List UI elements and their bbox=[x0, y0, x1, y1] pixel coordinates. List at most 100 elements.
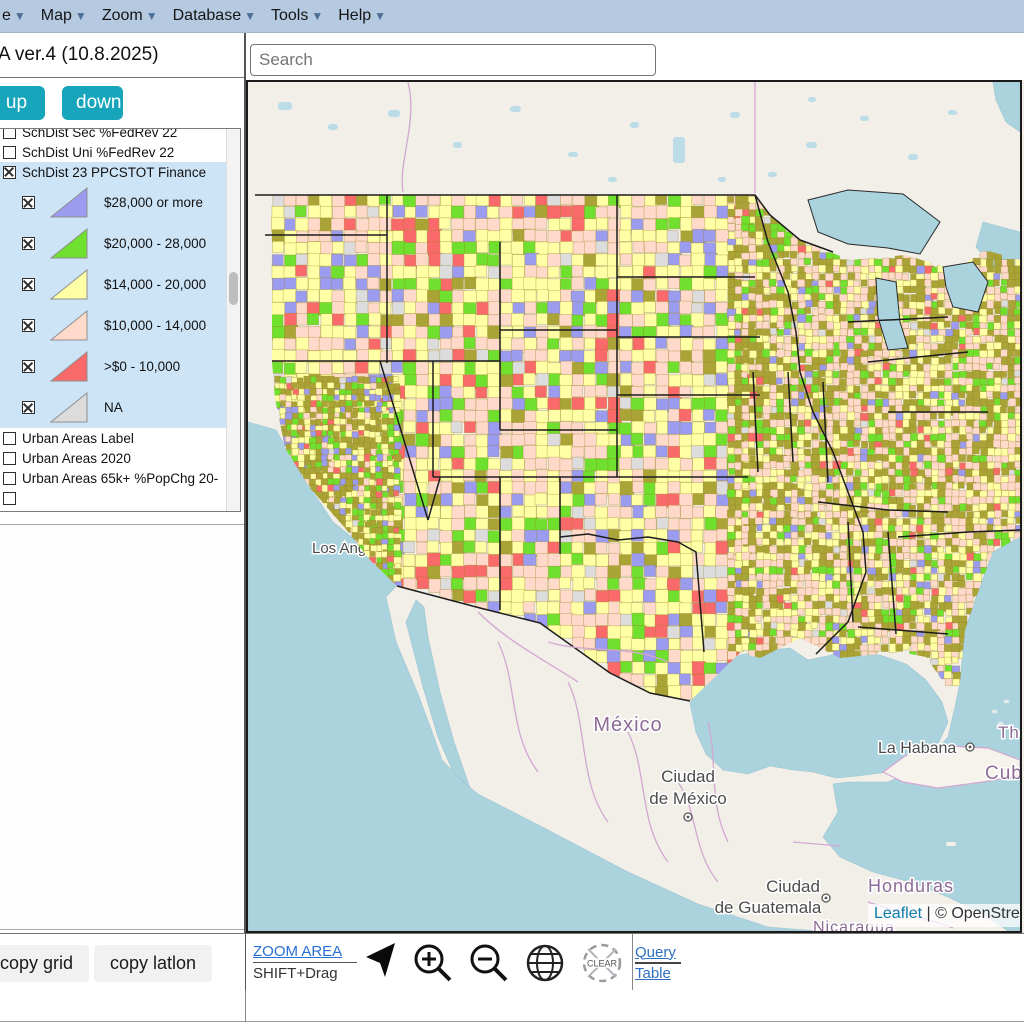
clear-selection-icon[interactable]: CLEAR bbox=[579, 940, 625, 986]
osm-attribution: | © OpenStre bbox=[922, 905, 1020, 922]
toolbar-cell: ZOOM AREA SHIFT+Drag bbox=[246, 934, 633, 991]
globe-zoom-extent-icon[interactable] bbox=[523, 941, 567, 985]
chevron-down-icon: ▼ bbox=[244, 10, 256, 22]
layer-checkbox[interactable] bbox=[3, 128, 16, 139]
map-image[interactable]: Los AngelesMéxicoCiudadde MéxicoLa Haban… bbox=[248, 82, 1020, 931]
layer-label: $28,000 or more bbox=[104, 195, 203, 210]
layer-checkbox[interactable] bbox=[3, 472, 16, 485]
layer-row[interactable]: Urban Areas Label bbox=[0, 428, 227, 448]
layer-label: Urban Areas 65k+ %PopChg 20- bbox=[22, 471, 218, 486]
chevron-down-icon: ▼ bbox=[374, 10, 386, 22]
menu-item-e[interactable]: e▼ bbox=[2, 7, 26, 25]
legend-swatch-triangle bbox=[50, 351, 88, 382]
legend-swatch-triangle bbox=[50, 392, 88, 423]
layer-checkbox[interactable] bbox=[3, 166, 16, 179]
legend-class-row[interactable]: $14,000 - 20,000 bbox=[0, 264, 227, 305]
query-table-divider bbox=[635, 962, 681, 964]
menu-bar: e▼Map▼Zoom▼Database▼Tools▼Help▼ bbox=[0, 0, 1024, 33]
menu-label: Zoom bbox=[102, 7, 143, 25]
layer-checkbox[interactable] bbox=[22, 196, 35, 209]
menu-item-map[interactable]: Map▼ bbox=[41, 7, 87, 25]
menu-item-zoom[interactable]: Zoom▼ bbox=[102, 7, 158, 25]
map-label: Honduras bbox=[868, 876, 954, 896]
layer-label: NA bbox=[104, 400, 123, 415]
legend-swatch-triangle bbox=[50, 228, 88, 259]
layer-checkbox[interactable] bbox=[22, 360, 35, 373]
search-input[interactable] bbox=[250, 44, 656, 76]
shift-drag-label: SHIFT+Drag bbox=[253, 965, 338, 982]
copy-latlon-button[interactable]: copy latlon bbox=[94, 945, 212, 982]
legend-swatch-triangle bbox=[50, 310, 88, 341]
layer-label: $10,000 - 14,000 bbox=[104, 318, 206, 333]
map-label: Cuba bbox=[985, 763, 1020, 784]
chevron-down-icon: ▼ bbox=[146, 10, 158, 22]
query-link[interactable]: Query bbox=[635, 944, 681, 961]
table-link[interactable]: Table bbox=[635, 965, 681, 982]
layer-label: SchDist Uni %FedRev 22 bbox=[22, 145, 174, 160]
search-row bbox=[246, 33, 1024, 80]
menu-item-help[interactable]: Help▼ bbox=[338, 7, 386, 25]
version-row: A ver.4 (10.8.2025) bbox=[0, 33, 244, 78]
layer-label: $20,000 - 28,000 bbox=[104, 236, 206, 251]
map-canvas[interactable]: Los AngelesMéxicoCiudadde MéxicoLa Haban… bbox=[246, 80, 1022, 933]
left-panel: A ver.4 (10.8.2025) up down SchDist Sec … bbox=[0, 33, 246, 990]
legend-class-row[interactable]: $10,000 - 14,000 bbox=[0, 305, 227, 346]
copy-grid-button[interactable]: copy grid bbox=[0, 945, 89, 982]
layer-label: >$0 - 10,000 bbox=[104, 359, 180, 374]
legend-class-row[interactable]: NA bbox=[0, 387, 227, 428]
legend-class-row[interactable]: >$0 - 10,000 bbox=[0, 346, 227, 387]
layer-row[interactable]: SchDist Uni %FedRev 22 bbox=[0, 142, 227, 162]
map-label: Ciudad bbox=[661, 767, 715, 786]
map-toolbar: ZOOM AREA SHIFT+Drag bbox=[246, 933, 1024, 990]
layer-row[interactable]: Urban Areas 2020 bbox=[0, 448, 227, 468]
chevron-down-icon: ▼ bbox=[75, 10, 87, 22]
menu-label: e bbox=[2, 7, 11, 25]
menu-label: Map bbox=[41, 7, 72, 25]
menu-label: Tools bbox=[271, 7, 308, 25]
menu-item-tools[interactable]: Tools▼ bbox=[271, 7, 323, 25]
app-version: A ver.4 (10.8.2025) bbox=[0, 44, 159, 66]
zoom-area-link[interactable]: ZOOM AREA bbox=[253, 943, 353, 960]
layer-checkbox[interactable] bbox=[3, 146, 16, 159]
chevron-down-icon: ▼ bbox=[14, 10, 26, 22]
layer-checkbox[interactable] bbox=[22, 237, 35, 250]
layer-label: $14,000 - 20,000 bbox=[104, 277, 206, 292]
zoom-area-divider bbox=[253, 962, 357, 963]
query-table-block: Query Table bbox=[635, 944, 681, 982]
menu-item-database[interactable]: Database▼ bbox=[173, 7, 256, 25]
svg-text:CLEAR: CLEAR bbox=[587, 958, 618, 968]
zoom-area-block: ZOOM AREA SHIFT+Drag bbox=[253, 943, 353, 983]
layer-row[interactable]: SchDist Sec %FedRev 22 bbox=[0, 128, 227, 142]
layer-checkbox[interactable] bbox=[22, 401, 35, 414]
legend-swatch-triangle bbox=[50, 187, 88, 218]
status-bar-divider bbox=[245, 990, 246, 1022]
layer-checkbox[interactable] bbox=[22, 278, 35, 291]
map-label: de Guatemala bbox=[715, 898, 822, 917]
layer-down-button[interactable]: down bbox=[62, 86, 123, 120]
layer-list-scrollbar[interactable] bbox=[226, 129, 240, 511]
layer-label: SchDist 23 PPCSTOT Finance bbox=[22, 165, 206, 180]
scrollbar-thumb[interactable] bbox=[229, 272, 238, 305]
layer-order-buttons: up down bbox=[0, 79, 244, 127]
map-label: México bbox=[593, 714, 662, 736]
pointer-tool-icon[interactable] bbox=[365, 941, 399, 985]
layer-checkbox[interactable] bbox=[3, 432, 16, 445]
menu-label: Help bbox=[338, 7, 371, 25]
status-bar bbox=[0, 990, 1024, 1022]
layer-row[interactable] bbox=[0, 488, 227, 508]
zoom-in-icon[interactable] bbox=[411, 941, 455, 985]
layer-up-button[interactable]: up bbox=[0, 86, 45, 120]
leaflet-link[interactable]: Leaflet bbox=[874, 905, 922, 922]
map-attribution: Leaflet | © OpenStre bbox=[868, 904, 1020, 927]
layer-row[interactable]: Urban Areas 65k+ %PopChg 20- bbox=[0, 468, 227, 488]
layer-label: Urban Areas 2020 bbox=[22, 451, 131, 466]
layer-row[interactable]: SchDist 23 PPCSTOT Finance bbox=[0, 162, 227, 182]
map-label: La Habana bbox=[878, 740, 956, 757]
layer-checkbox[interactable] bbox=[3, 452, 16, 465]
layer-checkbox[interactable] bbox=[3, 492, 16, 505]
legend-class-row[interactable]: $20,000 - 28,000 bbox=[0, 223, 227, 264]
chevron-down-icon: ▼ bbox=[311, 10, 323, 22]
legend-class-row[interactable]: $28,000 or more bbox=[0, 182, 227, 223]
layer-checkbox[interactable] bbox=[22, 319, 35, 332]
zoom-out-icon[interactable] bbox=[467, 941, 511, 985]
